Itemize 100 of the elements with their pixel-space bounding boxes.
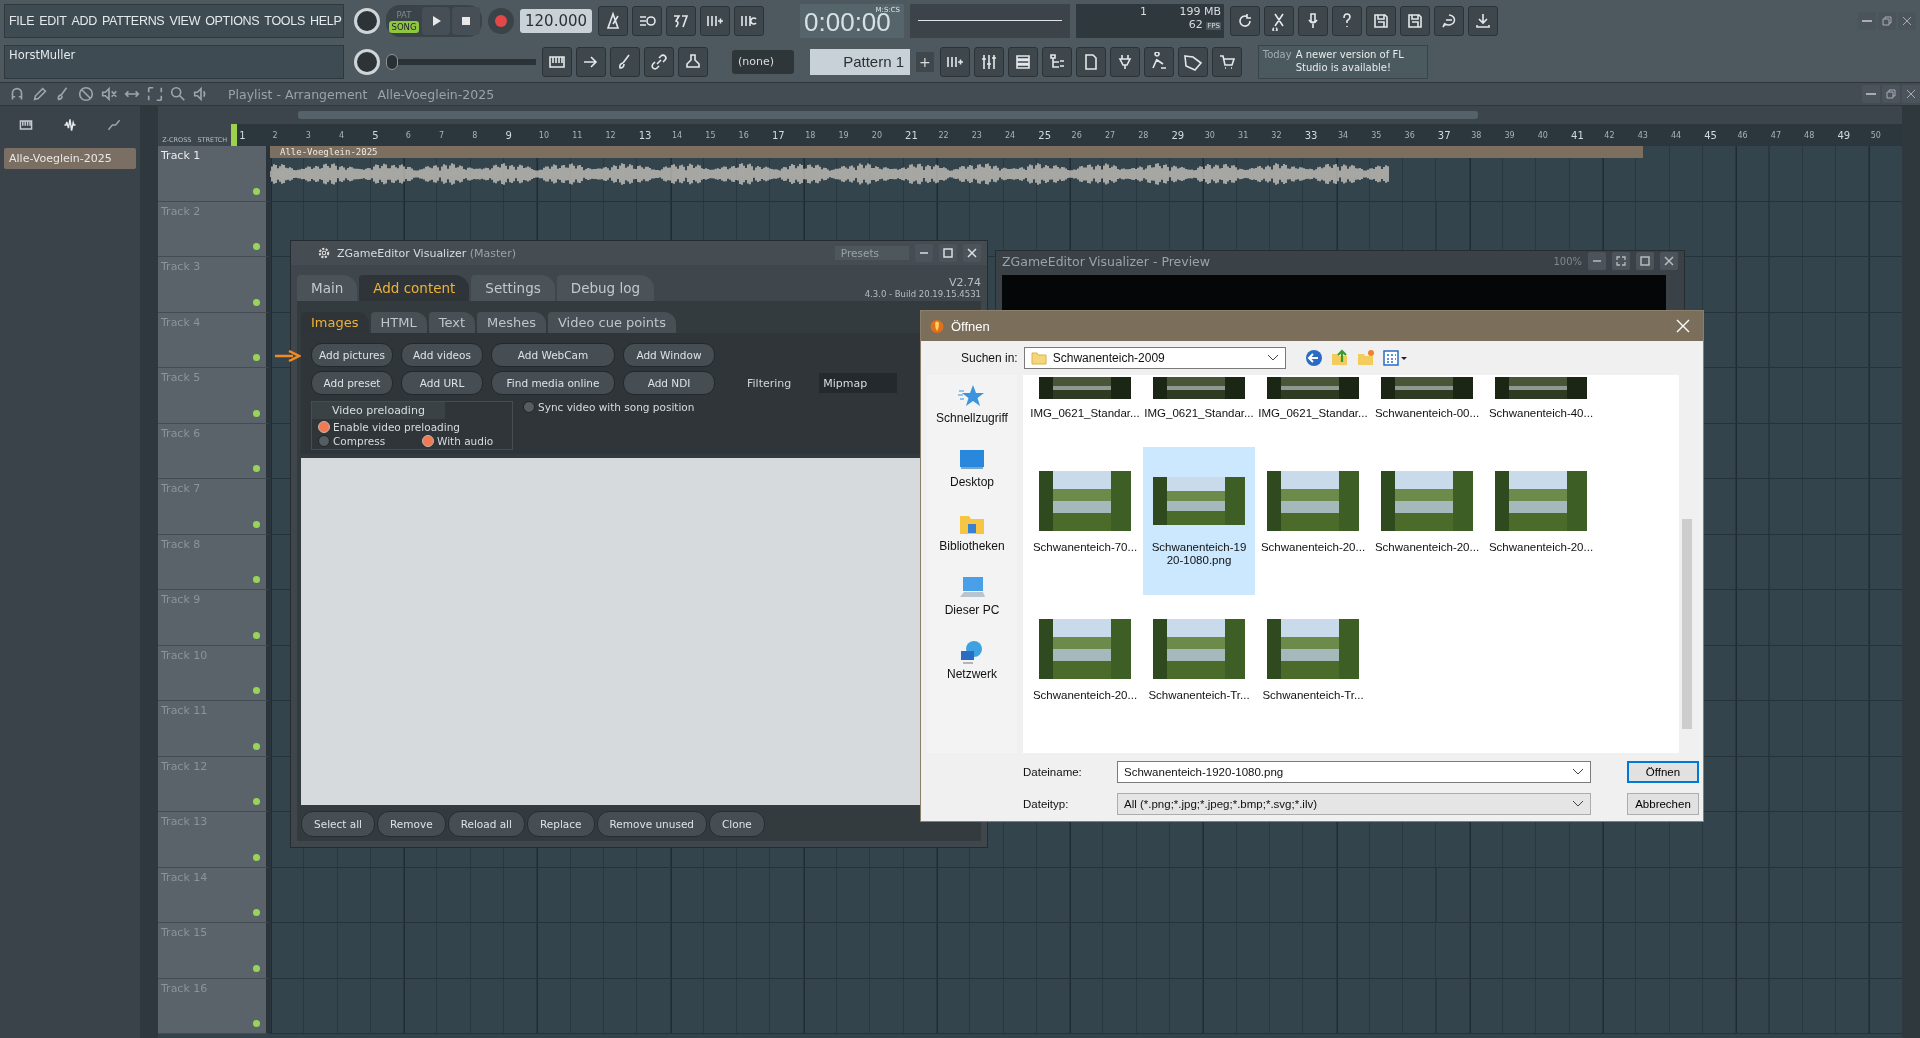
toolbar-button[interactable] bbox=[1211, 46, 1242, 77]
toolbar-button[interactable] bbox=[1400, 5, 1431, 36]
minimize-button[interactable] bbox=[915, 244, 933, 262]
waveform-icon[interactable] bbox=[62, 117, 78, 133]
record-button[interactable] bbox=[488, 7, 514, 34]
image-tile[interactable]: Schwanenteich-20... bbox=[1371, 447, 1483, 595]
list-action-button[interactable]: Clone bbox=[709, 811, 765, 837]
places-item[interactable]: Desktop bbox=[950, 447, 994, 489]
menu-item[interactable]: PATTERNS bbox=[102, 13, 165, 28]
radio-option[interactable]: Compress bbox=[318, 435, 422, 447]
toolbar-button[interactable] bbox=[1366, 5, 1397, 36]
pattern-song-switch[interactable]: PAT SONG bbox=[388, 8, 420, 33]
menu-item[interactable]: ADD bbox=[71, 13, 97, 28]
settings-icon[interactable] bbox=[317, 246, 331, 260]
toolbar-button[interactable] bbox=[610, 46, 640, 77]
pitch-knob[interactable] bbox=[354, 48, 380, 75]
tab[interactable]: Text bbox=[428, 312, 475, 333]
tab[interactable]: Main bbox=[297, 275, 358, 301]
open-button[interactable]: Öffnen bbox=[1627, 761, 1699, 783]
add-button[interactable]: Add NDI bbox=[623, 371, 715, 395]
view-menu-icon[interactable] bbox=[1381, 348, 1408, 368]
image-tile[interactable]: Schwanenteich-00... bbox=[1371, 375, 1483, 439]
image-tile[interactable]: Schwanenteich-1920-1080.png bbox=[1143, 447, 1255, 595]
automation-curve-icon[interactable] bbox=[106, 117, 122, 133]
menu-item[interactable]: VIEW bbox=[169, 13, 201, 28]
toolbar-button[interactable] bbox=[1264, 5, 1295, 36]
close-button[interactable] bbox=[1898, 11, 1916, 30]
ban-icon[interactable] bbox=[77, 85, 95, 103]
tab[interactable]: Settings bbox=[471, 275, 555, 301]
toolbar-button[interactable] bbox=[576, 46, 606, 77]
list-action-button[interactable]: Remove unused bbox=[596, 811, 708, 837]
image-tile[interactable]: IMG_0621_Standar... bbox=[1257, 375, 1369, 439]
track-header[interactable]: Track 1 bbox=[158, 146, 270, 202]
add-button[interactable]: Add Window bbox=[623, 343, 715, 367]
maximize-button[interactable] bbox=[939, 244, 957, 262]
toolbar-button[interactable] bbox=[1332, 5, 1363, 36]
add-button[interactable]: Add videos bbox=[401, 343, 483, 367]
clip-list-item[interactable]: Alle-Voeglein-2025 bbox=[4, 148, 136, 169]
image-tile[interactable]: Schwanenteich-20... bbox=[1485, 447, 1597, 595]
toolbar-button[interactable] bbox=[1434, 5, 1465, 36]
add-button[interactable]: Add pictures bbox=[311, 343, 393, 367]
image-tile[interactable]: Schwanenteich-20... bbox=[1029, 595, 1141, 743]
menu-item[interactable]: OPTIONS bbox=[205, 13, 260, 28]
list-action-button[interactable]: Reload all bbox=[447, 811, 525, 837]
mute-icon[interactable] bbox=[100, 85, 118, 103]
radio-option[interactable]: Sync video with song position bbox=[523, 401, 695, 413]
slider-thumb[interactable] bbox=[386, 53, 398, 70]
image-tile[interactable]: Schwanenteich-Tr... bbox=[1143, 595, 1255, 743]
toolbar-button[interactable] bbox=[1468, 5, 1499, 36]
track-lane[interactable]: Alle-Voeglein-2025 bbox=[270, 146, 1902, 202]
add-button[interactable]: Add URL bbox=[401, 371, 483, 395]
pencil-icon[interactable] bbox=[31, 85, 49, 103]
toolbar-button[interactable] bbox=[542, 46, 572, 77]
channel-dropdown[interactable]: (none) bbox=[732, 49, 794, 74]
toolbar-button[interactable] bbox=[973, 46, 1004, 77]
image-tile[interactable]: Schwanenteich-70... bbox=[1029, 447, 1141, 595]
minimize-button[interactable] bbox=[1588, 252, 1606, 270]
cancel-button[interactable]: Abbrechen bbox=[1627, 793, 1699, 815]
toolbar-button[interactable] bbox=[1143, 46, 1174, 77]
close-button[interactable] bbox=[963, 244, 981, 262]
tab[interactable]: Add content bbox=[359, 275, 470, 301]
zoom-icon[interactable] bbox=[169, 85, 187, 103]
restore-button[interactable] bbox=[1878, 11, 1896, 30]
toolbar-button[interactable] bbox=[598, 5, 629, 36]
play-button[interactable] bbox=[422, 6, 450, 35]
new-folder-icon[interactable] bbox=[1355, 348, 1376, 368]
tab[interactable]: Meshes bbox=[477, 312, 546, 333]
close-button[interactable] bbox=[1902, 85, 1920, 103]
toolbar-button[interactable] bbox=[1177, 46, 1208, 77]
up-folder-icon[interactable] bbox=[1329, 348, 1350, 368]
image-tile[interactable]: Schwanenteich-40... bbox=[1485, 375, 1597, 439]
tempo-display[interactable]: 120.000 bbox=[520, 8, 593, 33]
restore-button[interactable] bbox=[1882, 85, 1900, 103]
maximize-button[interactable] bbox=[1636, 252, 1654, 270]
audio-clip[interactable]: Alle-Voeglein-2025 bbox=[270, 146, 1643, 186]
add-button[interactable]: Add preset bbox=[311, 371, 393, 395]
minimize-button[interactable] bbox=[1858, 11, 1876, 30]
image-tile[interactable]: IMG_0621_Standar... bbox=[1029, 375, 1141, 439]
toolbar-button[interactable] bbox=[1075, 46, 1106, 77]
toolbar-button[interactable] bbox=[734, 5, 765, 36]
toolbar-button[interactable] bbox=[1007, 46, 1038, 77]
menu-item[interactable]: FILE bbox=[9, 13, 35, 28]
tab[interactable]: Images bbox=[301, 312, 369, 333]
radio-option[interactable]: With audio bbox=[422, 435, 494, 447]
toolbar-button[interactable] bbox=[678, 46, 708, 77]
image-tile[interactable]: Schwanenteich-Tr... bbox=[1257, 595, 1369, 743]
add-pattern-button[interactable]: + bbox=[916, 51, 934, 72]
toolbar-button[interactable] bbox=[700, 5, 731, 36]
places-item[interactable]: Bibliotheken bbox=[939, 511, 1005, 553]
scrollbar[interactable] bbox=[1902, 106, 1920, 1038]
radio-option[interactable]: Enable video preloading bbox=[318, 421, 506, 433]
fullscreen-button[interactable] bbox=[1612, 252, 1630, 270]
toolbar-button[interactable] bbox=[1298, 5, 1329, 36]
places-item[interactable]: Dieser PC bbox=[944, 575, 1000, 617]
minimize-button[interactable] bbox=[1862, 85, 1880, 103]
select-icon[interactable] bbox=[146, 85, 164, 103]
toolbar-button[interactable] bbox=[1041, 46, 1072, 77]
toolbar-button[interactable] bbox=[939, 46, 970, 77]
add-button[interactable]: Add WebCam bbox=[491, 343, 615, 367]
filename-field[interactable]: Schwanenteich-1920-1080.png bbox=[1117, 761, 1591, 783]
